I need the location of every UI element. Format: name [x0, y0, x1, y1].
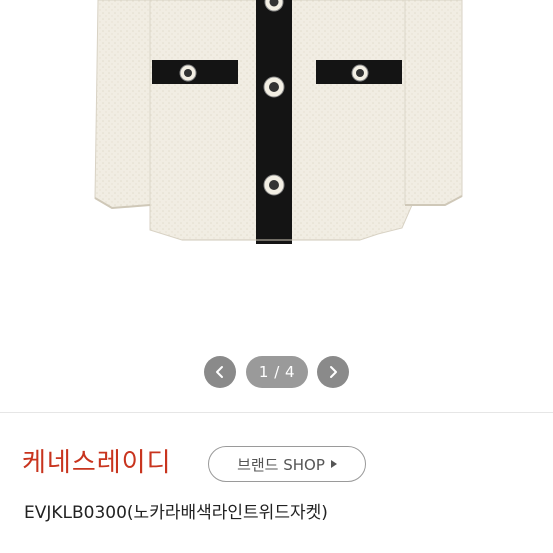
placket-trim [256, 0, 292, 244]
brand-shop-label: 브랜드 SHOP [237, 455, 325, 474]
carousel-counter: 1 / 4 [246, 356, 308, 388]
caret-right-icon [330, 460, 337, 468]
image-carousel-controls: 1 / 4 [0, 356, 553, 388]
product-image [0, 0, 553, 345]
brand-shop-button[interactable]: 브랜드 SHOP [208, 446, 366, 482]
brand-name-link[interactable]: 케네스레이디 [22, 446, 172, 480]
section-divider [0, 412, 553, 413]
product-title: EVJKLB0300(노카라배색라인트위드자켓) [24, 503, 328, 523]
carousel-next-button[interactable] [317, 356, 349, 388]
carousel-prev-button[interactable] [204, 356, 236, 388]
chevron-right-icon [330, 366, 337, 378]
chevron-left-icon [216, 366, 223, 378]
tweed-jacket-illustration [94, 0, 463, 244]
